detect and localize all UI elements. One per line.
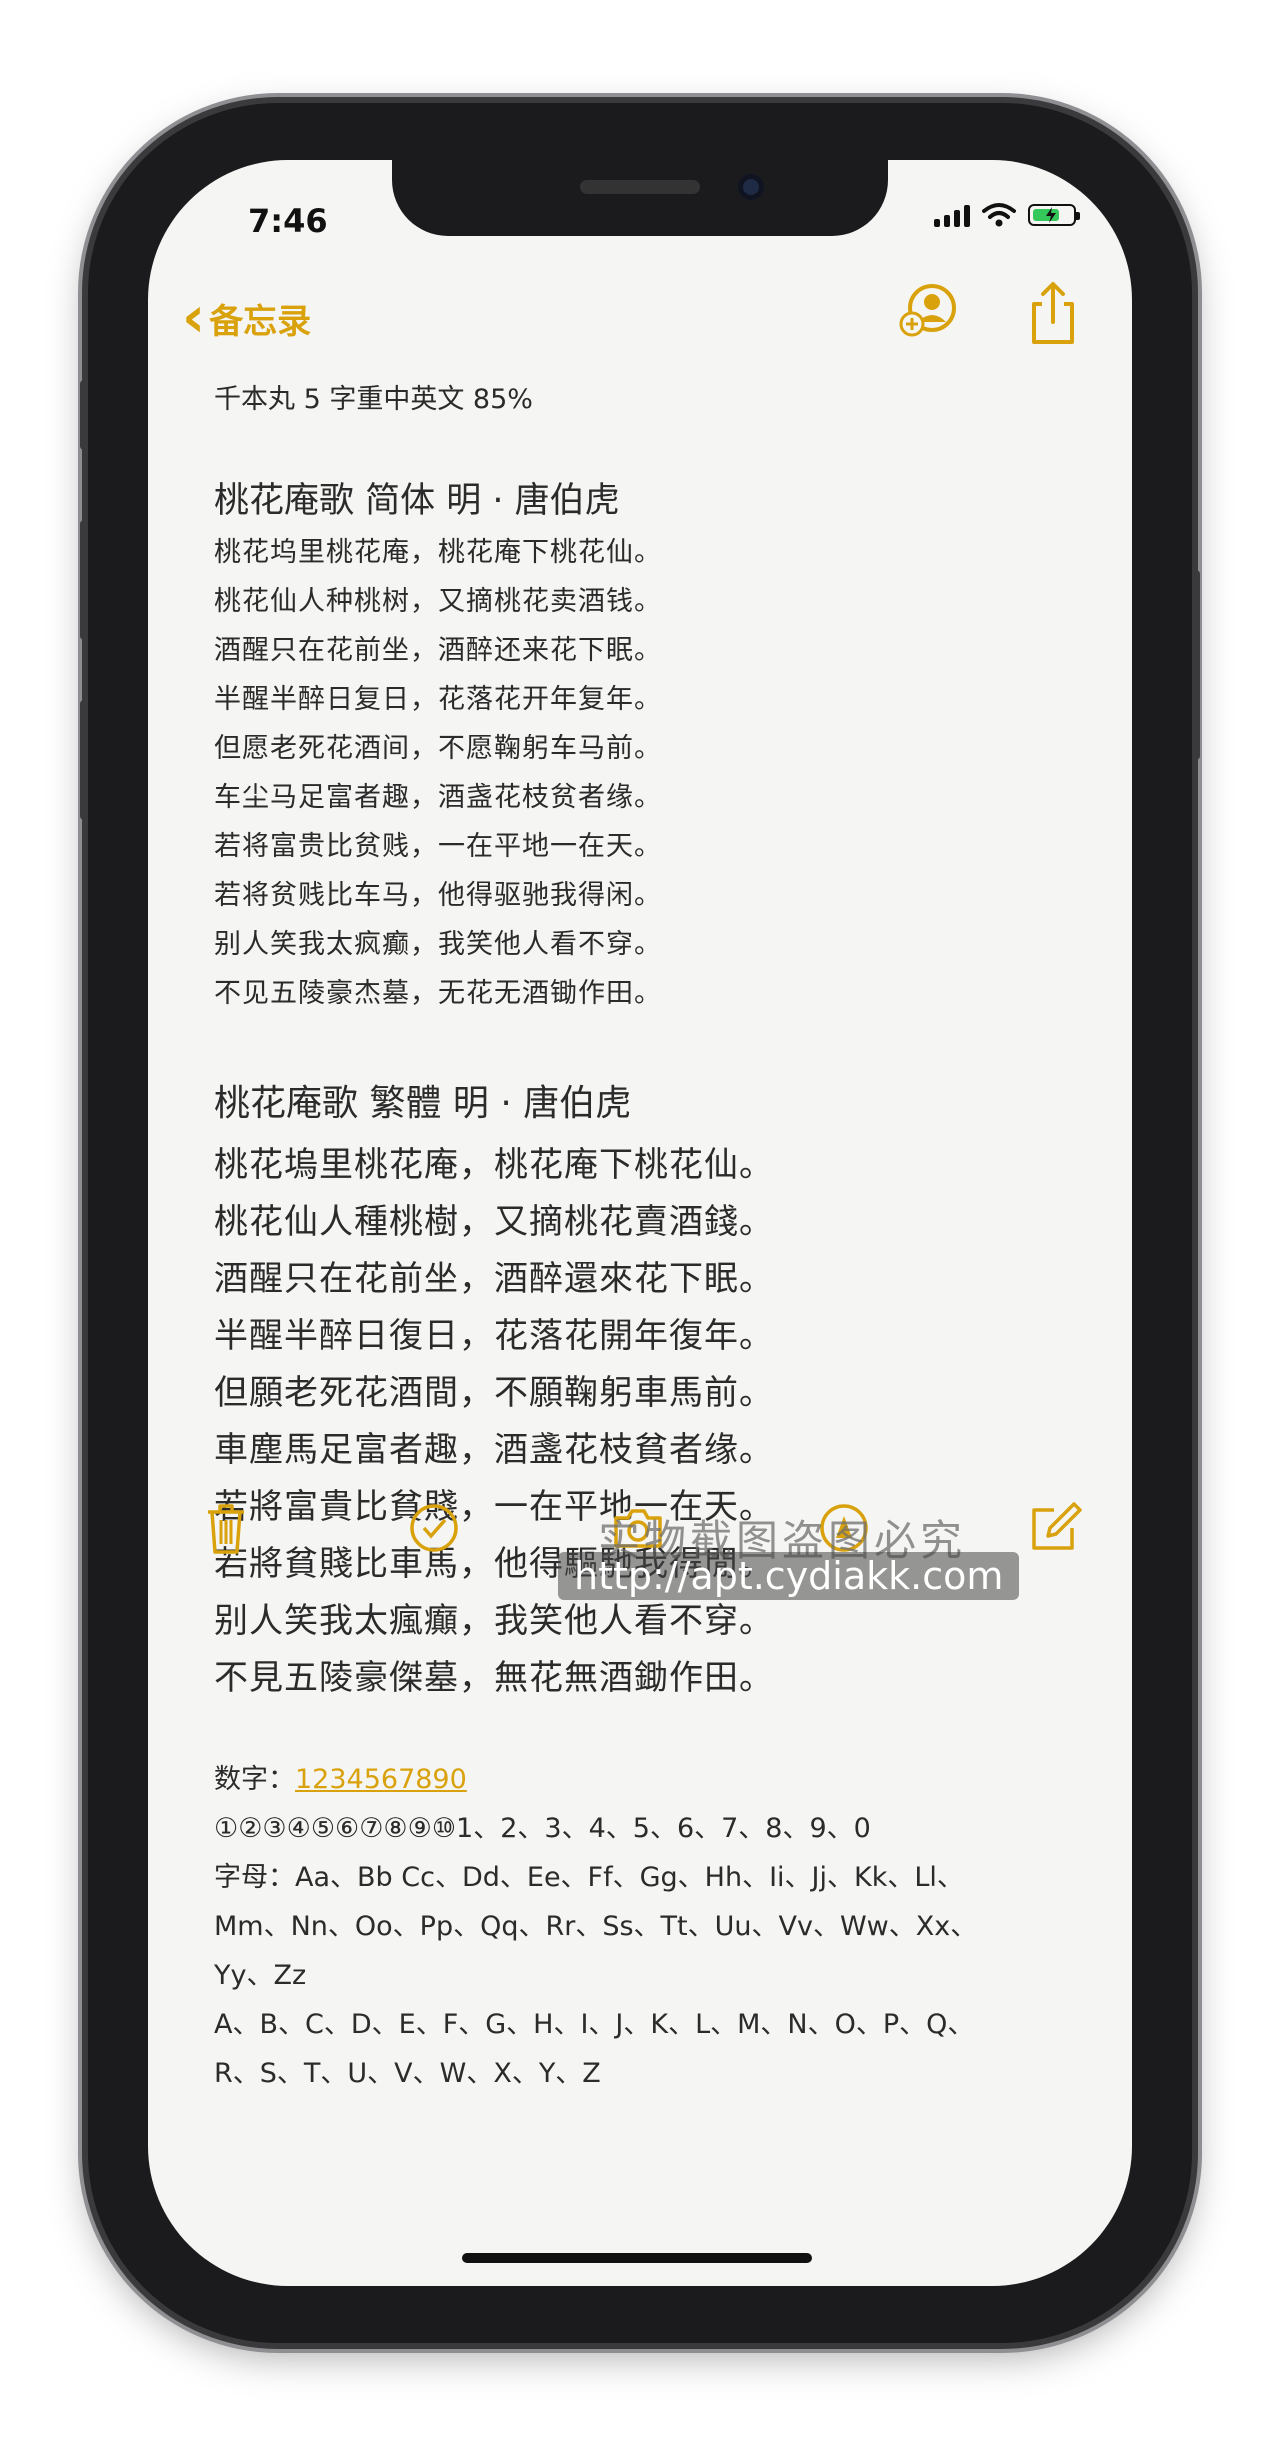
volume-up-button: [80, 520, 88, 640]
screen: 7:46 ‹ 备忘录 千本丸 5 字重中英文 85% 桃花庵歌 简体 明 · 唐…: [148, 160, 1132, 2286]
letters-line: R、S、T、U、V、W、X、Y、Z: [214, 2058, 601, 2089]
checklist-icon[interactable]: [404, 1498, 464, 1558]
back-label: 备忘录: [209, 301, 312, 342]
digits-label: 数字：: [214, 1764, 295, 1795]
poem-line: 車塵馬足富者趣，酒盞花枝貧者缘。: [214, 1430, 774, 1470]
notch: [392, 160, 888, 236]
letters-line: Mm、Nn、Oo、Pp、Qq、Rr、Ss、Tt、Uu、Vv、Ww、Xx、: [214, 1911, 978, 1942]
back-button[interactable]: ‹ 备忘录: [182, 290, 311, 346]
simplified-heading: 桃花庵歌 简体 明 · 唐伯虎: [214, 481, 620, 521]
poem-line: 酒醒只在花前坐，酒醉还来花下眠。: [214, 635, 662, 666]
wifi-icon: [982, 203, 1016, 227]
front-camera: [738, 174, 764, 200]
share-icon[interactable]: [1018, 278, 1088, 348]
compose-icon[interactable]: [1024, 1498, 1084, 1558]
poem-line: 若将贫贱比车马，他得驱驰我得闲。: [214, 880, 662, 911]
poem-line: 桃花仙人種桃樹，又摘桃花賣酒錢。: [214, 1202, 774, 1242]
status-time: 7:46: [248, 202, 328, 240]
speaker: [580, 180, 700, 194]
poem-line: 桃花仙人种桃树，又摘桃花卖酒钱。: [214, 586, 662, 617]
poem-line: 别人笑我太疯癫，我笑他人看不穿。: [214, 929, 662, 960]
power-button: [1192, 570, 1200, 760]
home-indicator[interactable]: [462, 2253, 812, 2263]
poem-line: 不見五陵豪傑墓，無花無酒鋤作田。: [214, 1658, 774, 1698]
watermark-url: http://apt.cydiakk.com: [558, 1552, 1020, 1600]
poem-line: 半醒半醉日復日，花落花開年復年。: [214, 1316, 774, 1356]
cellular-signal-icon: [934, 203, 970, 227]
poem-line: 但願老死花酒間，不願鞠躬車馬前。: [214, 1373, 774, 1413]
mute-switch: [80, 380, 88, 450]
letters-line: 字母：Aa、Bb Cc、Dd、Ee、Ff、Gg、Hh、Ii、Jj、Kk、Ll、: [214, 1862, 964, 1893]
poem-line: 桃花塢里桃花庵，桃花庵下桃花仙。: [214, 1145, 774, 1185]
letters-line: Yy、Zz: [214, 1960, 307, 1991]
status-icons: [934, 202, 1080, 228]
poem-line: 酒醒只在花前坐，酒醉還來花下眠。: [214, 1259, 774, 1299]
traditional-heading: 桃花庵歌 繁體 明 · 唐伯虎: [214, 1083, 632, 1124]
digits-line: 数字：1234567890: [214, 1755, 1074, 1804]
note-body[interactable]: 千本丸 5 字重中英文 85% 桃花庵歌 简体 明 · 唐伯虎 桃花坞里桃花庵，…: [214, 380, 1074, 2098]
poem-line: 桃花坞里桃花庵，桃花庵下桃花仙。: [214, 537, 662, 568]
circled-digits-line: ①②③④⑤⑥⑦⑧⑨⑩1、2、3、4、5、6、7、8、9、0: [214, 1813, 871, 1844]
poem-line: 车尘马足富者趣，酒盏花枝贫者缘。: [214, 782, 662, 813]
digits-link[interactable]: 1234567890: [295, 1764, 467, 1795]
add-person-icon[interactable]: [892, 278, 962, 348]
battery-icon: [1028, 204, 1080, 226]
volume-down-button: [80, 700, 88, 820]
letters-line: A、B、C、D、E、F、G、H、I、J、K、L、M、N、O、P、Q、: [214, 2009, 975, 2040]
note-subtitle: 千本丸 5 字重中英文 85%: [214, 384, 533, 415]
poem-line: 别人笑我太瘋癲，我笑他人看不穿。: [214, 1601, 774, 1641]
poem-line: 不见五陵豪杰墓，无花无酒锄作田。: [214, 978, 662, 1009]
trash-icon[interactable]: [196, 1498, 256, 1558]
poem-line: 半醒半醉日复日，花落花开年复年。: [214, 684, 662, 715]
chevron-left-icon: ‹: [182, 285, 206, 350]
poem-line: 但愿老死花酒间，不愿鞠躬车马前。: [214, 733, 662, 764]
poem-line: 若将富贵比贫贱，一在平地一在天。: [214, 831, 662, 862]
